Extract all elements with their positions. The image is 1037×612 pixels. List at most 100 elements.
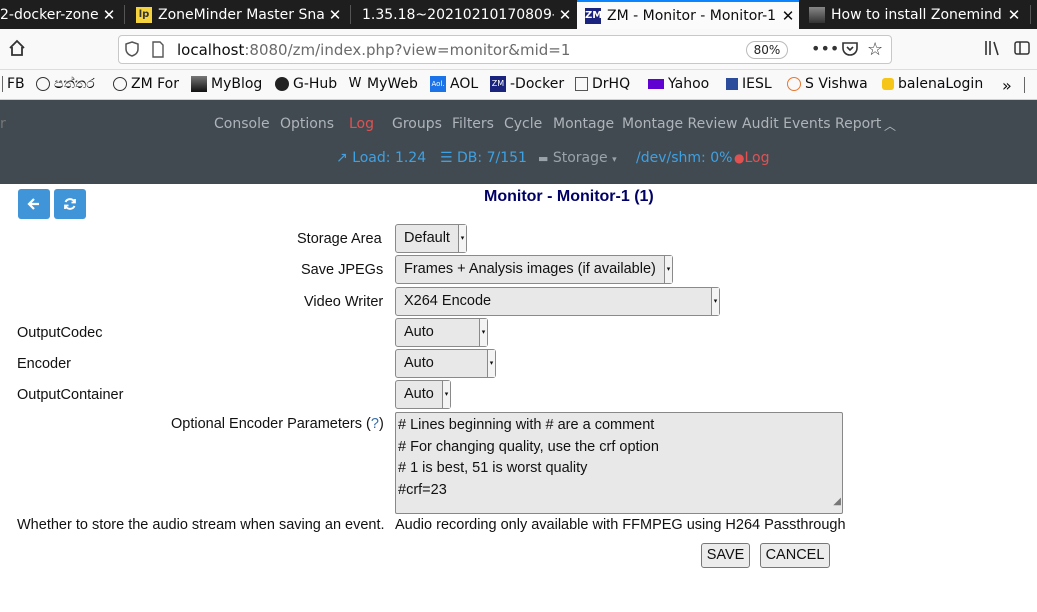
video-writer-label: Video Writer — [304, 294, 384, 310]
bookmarks-overflow-icon[interactable]: » — [1002, 76, 1012, 95]
pocket-icon[interactable] — [841, 40, 859, 62]
audio-note: Audio recording only available with FFMP… — [395, 517, 846, 533]
hdd-icon: ▬ — [538, 152, 549, 165]
nav-console[interactable]: Console — [214, 116, 270, 132]
collapse-icon[interactable]: ︿ — [884, 117, 896, 134]
save-button[interactable]: SAVE — [701, 543, 750, 568]
wordpress-icon: W — [348, 76, 362, 91]
encoder-params-label: Optional Encoder Parameters (?) — [171, 416, 384, 432]
close-icon[interactable]: ✕ — [1003, 6, 1025, 24]
tab-install-guide[interactable]: How to install Zonemind ✕ — [801, 0, 1025, 29]
iesl-icon — [726, 78, 738, 90]
nav-filters[interactable]: Filters — [452, 116, 494, 132]
url-text[interactable]: localhost:8080/zm/index.php?view=monitor… — [177, 41, 570, 59]
db-status: ☰ DB: 7/151 — [440, 150, 527, 166]
dropdown-arrow-icon: ▾ — [458, 225, 466, 252]
bookmark-drhq[interactable]: DrHQ — [575, 76, 630, 92]
close-icon[interactable]: ✕ — [324, 6, 346, 24]
output-codec-select[interactable]: Auto ▾ — [395, 318, 488, 347]
more-icon[interactable]: ••• — [811, 39, 839, 58]
load-status: ↗ Load: 1.24 — [336, 150, 427, 166]
nav-log[interactable]: Log — [349, 116, 374, 132]
bookmark-myweb[interactable]: W MyWeb — [347, 76, 418, 92]
cancel-button[interactable]: CANCEL — [760, 543, 830, 568]
lp-icon: lp — [136, 6, 152, 23]
tab-zoneminder-snap[interactable]: lp ZoneMinder Master Snap ✕ — [128, 0, 346, 29]
output-container-label: OutputContainer — [17, 387, 124, 403]
home-icon[interactable] — [7, 39, 27, 59]
arrow-left-icon — [27, 198, 39, 210]
github-icon — [275, 77, 289, 91]
output-container-select[interactable]: Auto ▾ — [395, 380, 451, 409]
tab-docker[interactable]: 2-docker-zone ✕ — [0, 0, 120, 29]
dropdown-arrow-icon: ▾ — [664, 256, 672, 283]
close-icon[interactable]: ✕ — [554, 6, 576, 24]
bookmark-docker[interactable]: ZM -Docker — [490, 76, 564, 92]
nav-montage-review[interactable]: Montage Review — [622, 116, 738, 132]
blog-icon — [191, 76, 207, 92]
video-writer-select[interactable]: X264 Encode ▾ — [395, 287, 720, 316]
dropdown-arrow-icon: ▾ — [442, 381, 450, 408]
encoder-label: Encoder — [17, 356, 72, 372]
encoder-select[interactable]: Auto ▾ — [395, 349, 496, 378]
tab-version[interactable]: 1.35.18~20210210170809-f ✕ — [354, 0, 576, 29]
bookmark-zm-for[interactable]: ZM For — [113, 76, 179, 92]
bookmark-myblog[interactable]: MyBlog — [191, 76, 262, 92]
alert-icon: ● — [734, 151, 745, 165]
zm-navbar: r Console Options Log Groups Filters Cyc… — [0, 100, 1037, 184]
nav-edge: r — [0, 116, 6, 132]
globe-icon — [113, 77, 127, 91]
resize-handle-icon[interactable]: ◢ — [833, 491, 841, 513]
nav-groups[interactable]: Groups — [392, 116, 442, 132]
zoom-level[interactable]: 80% — [746, 41, 788, 59]
page-title: Monitor - Monitor-1 (1) — [484, 188, 654, 205]
back-button[interactable] — [18, 189, 50, 219]
browser-tab-bar: 2-docker-zone ✕ lp ZoneMinder Master Sna… — [0, 0, 1037, 29]
bookmark-yahoo[interactable]: Yahoo — [648, 76, 709, 92]
page-info-icon[interactable] — [151, 41, 165, 62]
balena-icon — [882, 78, 894, 90]
help-link[interactable]: ? — [371, 416, 379, 432]
refresh-icon — [64, 198, 76, 210]
storage-dropdown[interactable]: ▬ Storage ▾ — [538, 150, 617, 166]
page-icon — [809, 6, 825, 23]
refresh-button[interactable] — [54, 189, 86, 219]
output-codec-label: OutputCodec — [17, 325, 103, 341]
dropdown-arrow-icon: ▾ — [479, 319, 487, 346]
vishwa-icon — [787, 77, 801, 91]
save-jpegs-select[interactable]: Frames + Analysis images (if available) … — [395, 255, 673, 284]
zm-icon: ZM — [585, 7, 602, 24]
bookmark-iesl[interactable]: IESL — [726, 76, 772, 92]
tab-zm-monitor[interactable]: ZM ZM - Monitor - Monitor-1 ✕ — [577, 0, 799, 29]
nav-options[interactable]: Options — [280, 116, 334, 132]
nav-cycle[interactable]: Cycle — [504, 116, 542, 132]
dropdown-arrow-icon: ▾ — [711, 288, 719, 315]
close-icon[interactable]: ✕ — [777, 7, 799, 25]
bookmark-aol[interactable]: Aol. AOL — [430, 76, 478, 92]
library-icon[interactable] — [982, 39, 1002, 59]
save-jpegs-label: Save JPEGs — [301, 262, 384, 278]
bookmark-paththara[interactable]: පත්තර — [36, 76, 95, 92]
encoder-params-textarea[interactable]: # Lines beginning with # are a comment #… — [395, 412, 843, 514]
sidebar-icon[interactable] — [1012, 39, 1032, 59]
bookmark-balena-login[interactable]: balenaLogin — [882, 76, 983, 92]
bookmarks-bar: FB පත්තර ZM For MyBlog G-Hub W MyWeb Aol.… — [0, 70, 1037, 100]
bookmark-github[interactable]: G-Hub — [275, 76, 337, 92]
nav-audit-events-report[interactable]: Audit Events Report — [742, 116, 881, 132]
nav-montage[interactable]: Montage — [553, 116, 614, 132]
star-icon[interactable]: ☆ — [867, 39, 883, 60]
storage-area-select[interactable]: Default ▾ — [395, 224, 467, 253]
dropdown-arrow-icon: ▾ — [487, 350, 495, 377]
url-bar[interactable]: localhost:8080/zm/index.php?view=monitor… — [118, 35, 892, 64]
close-icon[interactable]: ✕ — [98, 6, 120, 24]
shield-icon[interactable] — [125, 41, 139, 61]
bookmark-s-vishwa[interactable]: S Vishwa — [787, 76, 868, 92]
shm-status: /dev/shm: 0% — [636, 150, 733, 166]
trend-icon: ↗ — [336, 150, 348, 166]
zm-icon: ZM — [490, 76, 506, 92]
bookmark-fb[interactable]: FB — [2, 76, 25, 92]
navigation-bar: localhost:8080/zm/index.php?view=monitor… — [0, 29, 1037, 70]
globe-icon — [36, 77, 50, 91]
log-status[interactable]: ●Log — [734, 150, 770, 166]
yahoo-icon — [648, 79, 664, 89]
